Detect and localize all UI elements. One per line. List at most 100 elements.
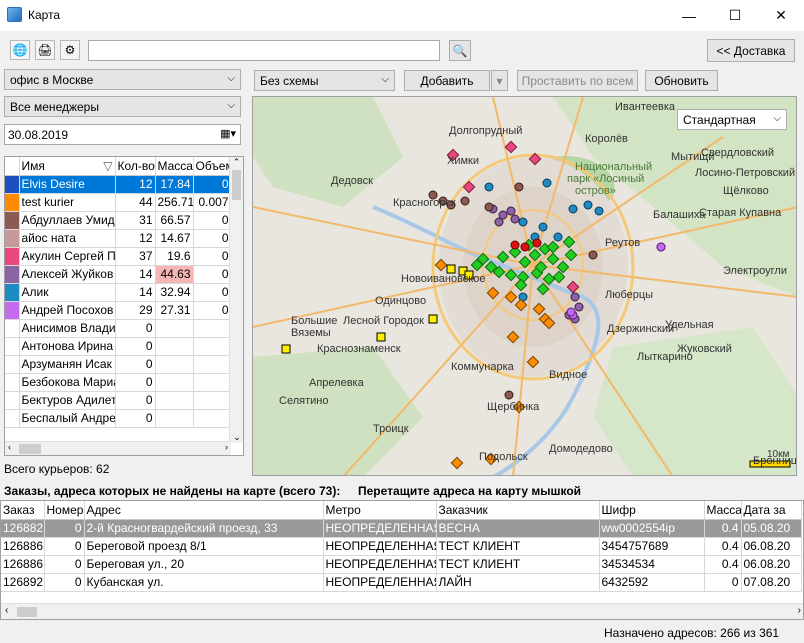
- table-row[interactable]: Акулин Сергей Пет3719.60: [5, 247, 232, 266]
- map-marker[interactable]: [542, 178, 552, 188]
- order-address: Береговая ул., 20: [84, 555, 324, 574]
- vertical-scrollbar[interactable]: ⌃ ⌄: [229, 157, 243, 443]
- map-label: Электроугли: [723, 265, 787, 277]
- orders-column-header[interactable]: Масса: [704, 501, 742, 520]
- table-row[interactable]: Алексей Жуйков 14 44.63 0: [5, 265, 232, 284]
- map-marker[interactable]: [376, 332, 386, 342]
- map-marker[interactable]: [583, 200, 593, 210]
- orders-column-header[interactable]: Заказ: [1, 501, 45, 520]
- horizontal-scrollbar[interactable]: ‹ ›: [5, 441, 231, 455]
- orders-column-header[interactable]: Номер: [44, 501, 85, 520]
- table-row[interactable]: 126886 0 Береговая ул., 20 НЕОПРЕДЕЛЕННАЯ ТЕ…: [1, 555, 802, 574]
- map-marker[interactable]: [450, 456, 464, 470]
- map-marker[interactable]: [532, 238, 542, 248]
- table-row[interactable]: Бектуров Адилет Т0: [5, 391, 232, 410]
- refresh-button[interactable]: Обновить: [645, 70, 718, 91]
- table-row[interactable]: Анисимов Владисла0: [5, 319, 232, 338]
- close-button[interactable]: ✕: [758, 0, 804, 31]
- column-header[interactable]: Имя ▽: [19, 157, 116, 176]
- orders-column-header[interactable]: Адрес: [84, 501, 324, 520]
- map-marker[interactable]: [460, 196, 470, 206]
- map-marker[interactable]: [570, 292, 580, 302]
- orders-column-header[interactable]: Метро: [323, 501, 437, 520]
- chevron-down-icon: ⌵: [227, 73, 235, 84]
- calendar-icon[interactable]: ▦▾: [220, 127, 236, 140]
- table-row[interactable]: Антонова Ирина В0: [5, 337, 232, 356]
- map-marker[interactable]: [518, 217, 528, 227]
- orders-grid[interactable]: Заказ Номер Адрес Метро Заказчик Шифр Масса Дат…: [0, 500, 804, 620]
- courier-vol: [193, 355, 232, 374]
- order-num: 0: [44, 519, 85, 538]
- map-marker[interactable]: [446, 264, 456, 274]
- table-row[interactable]: test kurier 44 256.71 0.007: [5, 193, 232, 212]
- scheme-select[interactable]: Без схемы ⌵: [254, 70, 395, 91]
- map-marker[interactable]: [504, 390, 514, 400]
- column-header[interactable]: Объем: [193, 157, 232, 176]
- minimize-button[interactable]: —: [666, 0, 712, 31]
- managers-select[interactable]: Все менеджеры ⌵: [4, 96, 241, 117]
- column-header[interactable]: Кол-во: [115, 157, 156, 176]
- search-button[interactable]: 🔍: [449, 40, 471, 61]
- map-marker[interactable]: [504, 140, 518, 154]
- map-marker[interactable]: [568, 204, 578, 214]
- add-button[interactable]: Добавить: [404, 70, 490, 91]
- map-marker[interactable]: [484, 202, 494, 212]
- map-marker[interactable]: [538, 222, 548, 232]
- table-row[interactable]: Алик 14 32.94 0: [5, 283, 232, 302]
- map-marker[interactable]: [484, 182, 494, 192]
- table-row[interactable]: Безбокова Мариан0: [5, 373, 232, 392]
- column-header[interactable]: Масса: [155, 157, 194, 176]
- table-row[interactable]: Андрей Посохов 29 27.31 0: [5, 301, 232, 320]
- add-dropdown-button[interactable]: ▾: [491, 70, 508, 91]
- map-marker[interactable]: [494, 217, 504, 227]
- table-row[interactable]: Абдуллаев Умид Ш3166.570: [5, 211, 232, 230]
- table-row[interactable]: 126892 0 Кубанская ул. НЕОПРЕДЕЛЕННАЯ ЛАЙН 64…: [1, 573, 802, 592]
- map-marker[interactable]: [514, 182, 524, 192]
- table-row[interactable]: 126882 0 2-й Красногвардейский проезд, 33 Н…: [1, 519, 802, 538]
- courier-name: Арзуманян Исак В: [19, 355, 116, 374]
- table-row[interactable]: айос ната 12 14.67 0: [5, 229, 232, 248]
- map-marker[interactable]: [656, 242, 666, 252]
- search-input[interactable]: [88, 40, 440, 61]
- date-picker[interactable]: 30.08.2019 ▦▾: [4, 124, 241, 145]
- chevron-down-icon: ⌵: [227, 100, 235, 111]
- map-marker[interactable]: [574, 302, 584, 312]
- map-label: Апрелевка: [309, 377, 364, 389]
- print-icon[interactable]: 🖨: [35, 40, 55, 60]
- map-marker[interactable]: [588, 250, 598, 260]
- map-marker[interactable]: [520, 242, 530, 252]
- courier-name: Алексей Жуйков: [19, 265, 116, 284]
- orders-column-header[interactable]: Шифр: [599, 501, 705, 520]
- orders-column-header[interactable]: Дата за: [741, 501, 802, 520]
- map-marker[interactable]: [510, 214, 520, 224]
- courier-name: Алик: [19, 283, 116, 302]
- courier-mass: 14.67: [155, 229, 194, 248]
- map-marker[interactable]: [566, 307, 576, 317]
- map-marker[interactable]: [506, 206, 516, 216]
- map-label: Удельная: [665, 319, 714, 331]
- maximize-button[interactable]: ☐: [712, 0, 758, 31]
- map-marker[interactable]: [428, 314, 438, 324]
- globe-icon[interactable]: 🌐: [10, 40, 30, 60]
- assign-all-button[interactable]: Проставить по всем: [517, 70, 638, 91]
- map-marker[interactable]: [553, 232, 563, 242]
- map-view[interactable]: Ивантеевка Долгопрудный Королёв Мытищи Химки…: [252, 96, 797, 476]
- table-row[interactable]: Elvis Desire 12 17.84 0: [5, 175, 232, 194]
- map-marker[interactable]: [594, 206, 604, 216]
- table-row[interactable]: 126886 0 Береговой проезд 8/1 НЕОПРЕДЕЛЕННА…: [1, 537, 802, 556]
- order-code: 34534534: [599, 555, 705, 574]
- gear-icon[interactable]: ⚙: [60, 40, 80, 60]
- table-row[interactable]: Беспалый Андрей 0: [5, 409, 232, 428]
- orders-column-header[interactable]: Заказчик: [436, 501, 600, 520]
- courier-color-swatch: [5, 391, 20, 410]
- map-label: Химки: [447, 155, 480, 167]
- couriers-grid[interactable]: Имя ▽ Кол-во Масса Объем Elvis Desire 12 17…: [4, 156, 244, 456]
- delivery-button[interactable]: << Доставка: [707, 39, 795, 62]
- map-marker[interactable]: [510, 240, 520, 250]
- office-select[interactable]: офис в Москве ⌵: [4, 69, 241, 90]
- map-marker[interactable]: [281, 344, 291, 354]
- missing-orders-header: Заказы, адреса которых не найдены на кар…: [4, 484, 341, 498]
- orders-horizontal-scrollbar[interactable]: ‹ ›: [1, 603, 803, 619]
- table-row[interactable]: Арзуманян Исак В0: [5, 355, 232, 374]
- map-type-select[interactable]: Стандартная ⌵: [677, 109, 787, 130]
